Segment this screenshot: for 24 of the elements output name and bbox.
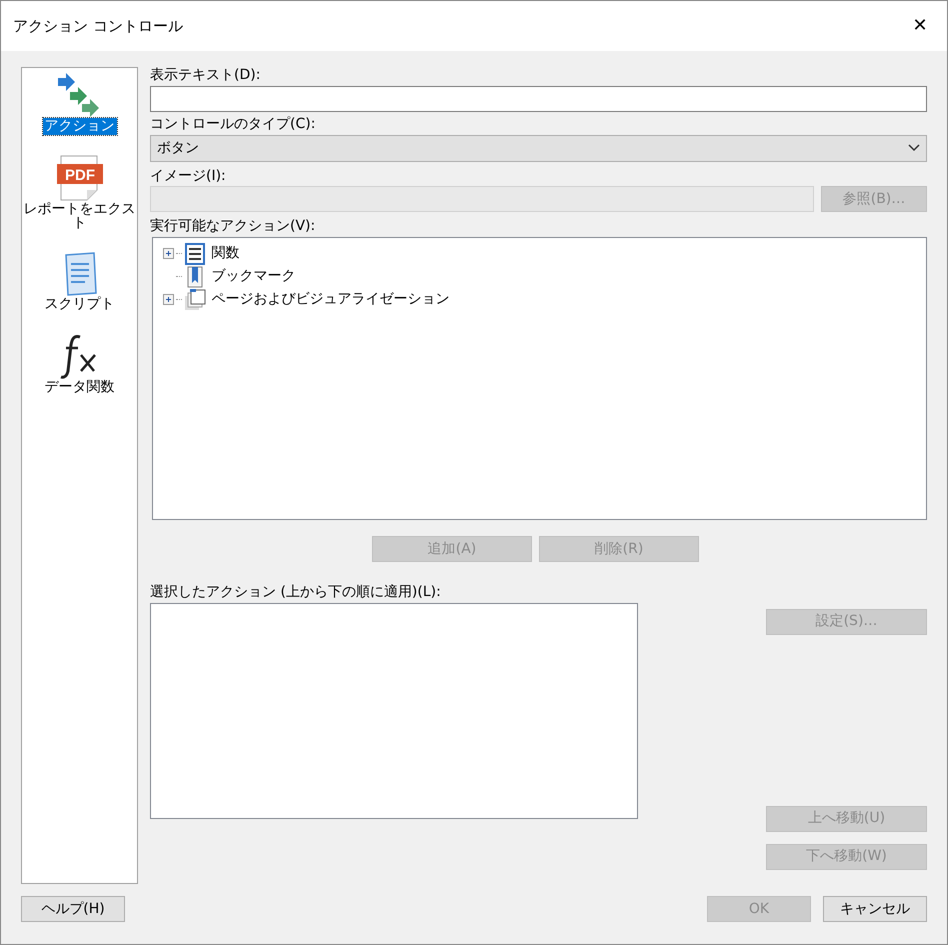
type-dropdown[interactable]: ボタン: [150, 134, 927, 162]
field-label: 表示テキスト(D):: [150, 67, 262, 84]
tree-item[interactable]: 関数: [212, 243, 240, 264]
field-label: コントロールのタイプ(C):: [150, 116, 316, 133]
chevron-down-icon: [908, 144, 920, 152]
sidebar-item[interactable]: スクリプト: [42, 252, 116, 313]
text-field[interactable]: [150, 86, 927, 112]
list-icon: [184, 242, 206, 265]
close-button[interactable]: ✕: [905, 17, 935, 35]
field-label: 選択したアクション (上から下の順に適用)(L):: [150, 584, 442, 601]
sidebar-item[interactable]: アクション: [42, 72, 116, 135]
sidebar-item[interactable]: PDF レポートをエクス ト: [22, 154, 138, 232]
pages-icon: [184, 288, 206, 311]
sidebar-item[interactable]: データ関数: [42, 332, 116, 396]
field-label: イメージ(I):: [150, 168, 227, 184]
expand-icon[interactable]: [163, 248, 174, 260]
tree-item[interactable]: ページおよびビジュアライゼーション: [212, 289, 450, 310]
pdf-label: PDF: [64, 166, 94, 184]
tree-item[interactable]: ブックマーク: [212, 266, 296, 288]
help-button[interactable]: ヘルプ(H): [21, 896, 125, 922]
expand-icon[interactable]: [163, 294, 174, 306]
window-title: アクション コントロール: [13, 16, 183, 37]
field-label: 実行可能なアクション(V):: [150, 218, 316, 236]
cancel-button[interactable]: キャンセル: [823, 896, 927, 922]
